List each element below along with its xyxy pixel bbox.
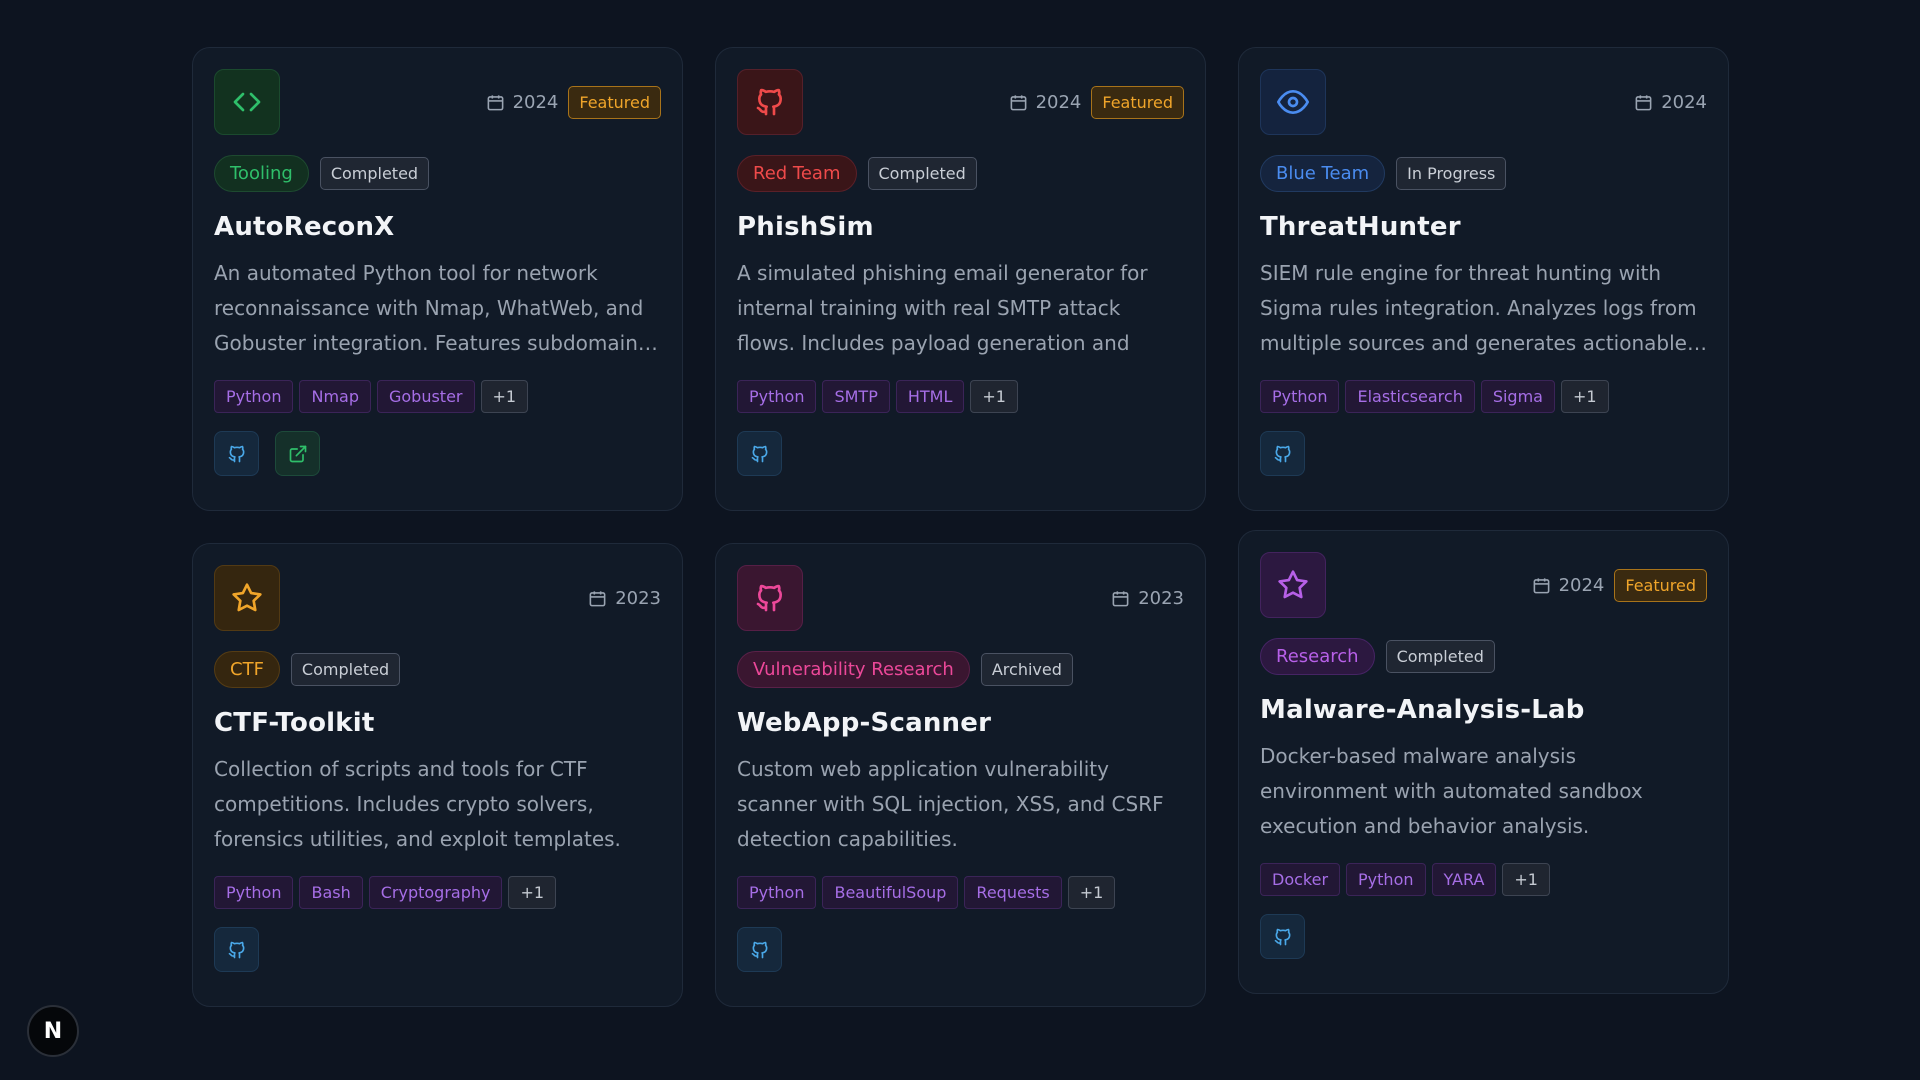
tech-tag: Bash xyxy=(299,876,363,909)
calendar-icon xyxy=(1533,577,1549,593)
tech-tag: Gobuster xyxy=(376,380,475,413)
more-tags-badge[interactable]: +1 xyxy=(480,380,529,413)
category-badge: CTF xyxy=(214,651,280,688)
project-description: Collection of scripts and tools for CTF … xyxy=(214,757,621,851)
project-card-autoreconx[interactable]: 2024 Featured Tooling Completed AutoReco… xyxy=(192,47,683,511)
project-icon-box xyxy=(737,69,803,135)
project-icon-box xyxy=(1260,69,1326,135)
calendar-icon xyxy=(487,94,503,110)
n-logo-icon: N xyxy=(43,1018,63,1044)
github-link-button[interactable] xyxy=(214,431,259,476)
project-title: CTF-Toolkit xyxy=(214,708,375,738)
category-badge: Tooling xyxy=(214,155,309,192)
eye-icon xyxy=(1277,90,1309,114)
more-tags-badge[interactable]: +1 xyxy=(1560,380,1609,413)
github-link-button[interactable] xyxy=(737,431,782,476)
project-title: PhishSim xyxy=(737,212,874,242)
more-tags-badge[interactable]: +1 xyxy=(970,380,1018,413)
project-card-webapp-scanner[interactable]: 2023 Vulnerability Research Archived Web… xyxy=(715,543,1206,1007)
calendar-icon xyxy=(1635,94,1652,110)
calendar-icon xyxy=(589,590,606,606)
tech-tag: Python xyxy=(737,380,817,413)
tech-tag: Python xyxy=(737,876,817,909)
calendar-icon xyxy=(1010,94,1026,110)
tech-tag: YARA xyxy=(1431,863,1497,896)
github-link-button[interactable] xyxy=(737,927,782,972)
category-badge: Red Team xyxy=(737,155,857,192)
projects-grid: 2024 Featured Tooling Completed AutoReco… xyxy=(192,47,1729,1007)
code-icon xyxy=(233,92,261,112)
status-badge: Completed xyxy=(867,157,977,190)
project-description: Custom web application vulnerability sca… xyxy=(737,757,1164,851)
github-icon xyxy=(756,88,782,116)
project-card-phishsim[interactable]: 2024 Featured Red Team Completed PhishSi… xyxy=(715,47,1206,511)
next-dev-indicator-button[interactable]: N xyxy=(27,1005,79,1057)
project-year: 2024 xyxy=(1532,575,1604,596)
project-description: SIEM rule engine for threat hunting with… xyxy=(1260,261,1707,355)
github-icon xyxy=(751,941,767,958)
project-icon-box xyxy=(214,69,280,135)
featured-badge: Featured xyxy=(568,85,661,119)
github-icon xyxy=(756,584,782,612)
featured-badge: Featured xyxy=(1091,85,1184,119)
tech-tag: Sigma xyxy=(1480,380,1555,413)
tech-tag: Requests xyxy=(964,876,1062,909)
project-card-ctf-toolkit[interactable]: 2023 CTF Completed CTF-Toolkit Collectio… xyxy=(192,543,683,1007)
status-badge: Completed xyxy=(1385,640,1495,673)
more-tags-badge[interactable]: +1 xyxy=(1502,863,1550,896)
tech-tag: Elasticsearch xyxy=(1345,380,1475,413)
github-link-button[interactable] xyxy=(1260,914,1305,959)
tech-tag: Python xyxy=(1260,380,1340,413)
project-description: A simulated phishing email generator for… xyxy=(737,261,1148,355)
project-icon-box xyxy=(1260,552,1326,618)
tech-tag: Python xyxy=(214,876,294,909)
github-icon xyxy=(228,941,244,958)
more-tags-badge[interactable]: +1 xyxy=(508,876,557,909)
status-badge: Completed xyxy=(319,157,430,190)
project-title: WebApp-Scanner xyxy=(737,708,992,738)
featured-badge: Featured xyxy=(1614,568,1707,602)
project-icon-box xyxy=(737,565,803,631)
project-title: Malware-Analysis-Lab xyxy=(1260,695,1585,725)
github-icon xyxy=(1274,928,1290,945)
project-title: AutoReconX xyxy=(214,212,395,242)
external-link-icon xyxy=(289,445,306,462)
project-year: 2024 xyxy=(486,92,558,113)
tech-tag: Cryptography xyxy=(368,876,503,909)
status-badge: In Progress xyxy=(1396,157,1507,190)
project-year: 2024 xyxy=(1009,92,1081,113)
star-icon xyxy=(232,583,262,612)
github-icon xyxy=(751,445,767,462)
tech-tag: Python xyxy=(214,380,294,413)
github-icon xyxy=(1274,445,1290,462)
tech-tag: Python xyxy=(1346,863,1426,896)
status-badge: Completed xyxy=(290,653,401,686)
github-link-button[interactable] xyxy=(1260,431,1305,476)
more-tags-badge[interactable]: +1 xyxy=(1067,876,1116,909)
tech-tag: HTML xyxy=(895,380,965,413)
project-card-threathunter[interactable]: 2024 Blue Team In Progress ThreatHunter … xyxy=(1238,47,1729,511)
tech-tag: Nmap xyxy=(299,380,371,413)
project-description: An automated Python tool for network rec… xyxy=(214,261,658,355)
tech-tag: BeautifulSoup xyxy=(822,876,959,909)
project-card-malware-analysis-lab[interactable]: 2024 Featured Research Completed Malware… xyxy=(1238,530,1729,994)
project-icon-box xyxy=(214,565,280,631)
project-title: ThreatHunter xyxy=(1260,212,1461,242)
project-year: 2024 xyxy=(1634,92,1707,113)
github-icon xyxy=(228,445,244,462)
status-badge: Archived xyxy=(980,653,1073,686)
calendar-icon xyxy=(1112,590,1129,606)
project-year: 2023 xyxy=(1111,588,1184,609)
external-link-button[interactable] xyxy=(275,431,320,476)
tech-tag: SMTP xyxy=(822,380,890,413)
category-badge: Blue Team xyxy=(1260,155,1386,192)
category-badge: Vulnerability Research xyxy=(737,651,970,688)
category-badge: Research xyxy=(1260,638,1375,675)
star-icon xyxy=(1278,570,1308,599)
tech-tag: Docker xyxy=(1260,863,1341,896)
project-year: 2023 xyxy=(588,588,661,609)
github-link-button[interactable] xyxy=(214,927,259,972)
project-description: Docker-based malware analysis environmen… xyxy=(1260,744,1643,838)
